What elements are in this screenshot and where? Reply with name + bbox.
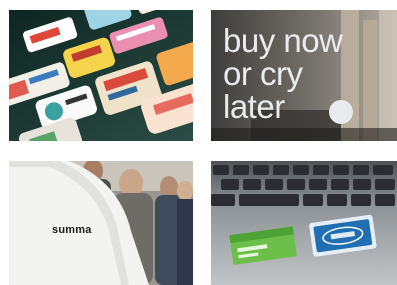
stickers-photo	[9, 10, 193, 141]
stickers-illustration	[9, 10, 193, 141]
laptop-photo	[211, 161, 397, 285]
slogan-text: buy now or cry later	[223, 22, 343, 125]
summa-photo: summa	[9, 161, 193, 285]
crowd-background	[9, 161, 193, 285]
slogan-line-1: buy now	[223, 22, 343, 59]
circle-dot-icon	[329, 100, 353, 124]
laptop-keyboard	[211, 161, 397, 285]
summa-logo-text: summa	[52, 224, 92, 236]
slogan-line-3: later	[223, 88, 285, 125]
buy-now-photo: buy now or cry later	[211, 10, 397, 141]
slogan-line-2: or cry	[223, 55, 303, 92]
